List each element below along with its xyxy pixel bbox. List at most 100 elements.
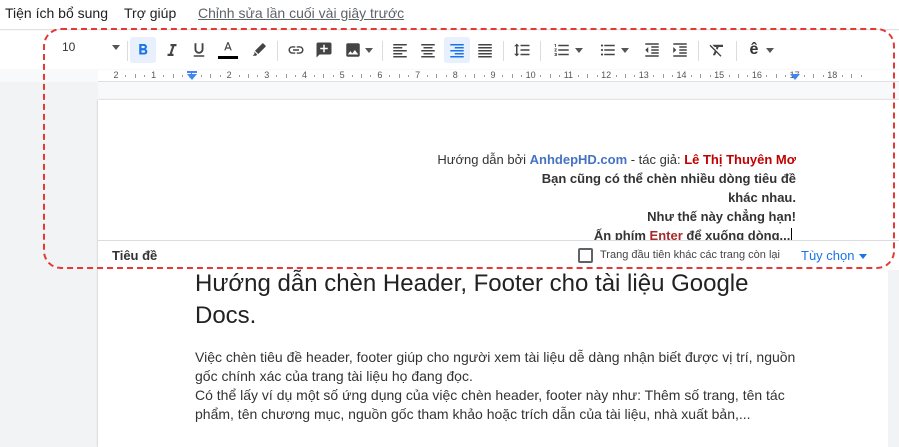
align-center-button[interactable]	[416, 37, 440, 63]
line-spacing-button[interactable]	[510, 37, 534, 63]
chevron-down-icon	[621, 47, 629, 53]
menu-help[interactable]: Trợ giúp	[124, 5, 176, 21]
ruler-tick	[804, 75, 806, 77]
ruler-number: 16	[751, 70, 762, 80]
ruler-number: 18	[827, 70, 838, 80]
ruler-tick	[577, 75, 579, 77]
insert-image-button[interactable]	[340, 37, 376, 63]
align-right-icon	[450, 44, 464, 58]
underline-button[interactable]	[187, 37, 211, 63]
italic-button[interactable]	[160, 37, 184, 63]
text-color-button[interactable]	[215, 37, 241, 63]
highlight-button[interactable]	[247, 37, 271, 63]
ruler-tick	[851, 74, 853, 78]
ruler-tick	[653, 75, 655, 77]
ruler-tick	[398, 74, 400, 78]
ruler-tick	[483, 75, 485, 77]
first-line-indent-marker[interactable]	[187, 71, 197, 73]
menu-addons[interactable]: Tiện ích bổ sung	[5, 5, 108, 21]
numbered-list-icon	[554, 44, 569, 56]
ruler-tick	[370, 75, 372, 77]
decrease-indent-button[interactable]	[640, 37, 664, 63]
bulleted-list-button[interactable]	[594, 37, 634, 63]
ruler-tick	[389, 75, 391, 77]
ruler-tick	[464, 75, 466, 77]
ruler-tick	[181, 75, 183, 77]
ruler[interactable]: 2 1 1 2 3 4 5 6 7 8 9 10 11 12 13 14 15 16 17 18	[98, 70, 899, 82]
body-paragraph: Việc chèn tiêu đề header, footer giúp ch…	[195, 349, 796, 384]
indent-increase-icon	[673, 43, 687, 57]
divider	[127, 41, 128, 61]
underline-icon	[193, 43, 205, 57]
ruler-tick	[502, 75, 504, 77]
numbered-list-button[interactable]	[548, 37, 588, 63]
document-title[interactable]: Hướng dẫn chèn Header, Footer cho tài li…	[195, 268, 795, 332]
italic-icon	[167, 44, 177, 56]
ruler-tick	[257, 75, 259, 77]
ruler-tick	[163, 75, 165, 77]
ruler-number: 12	[601, 70, 612, 80]
header-line-2: Bạn cũng có thể chèn nhiều dòng tiêu đề	[541, 171, 796, 186]
right-margin	[888, 270, 899, 447]
ruler-tick	[408, 75, 410, 77]
ruler-number: 10	[525, 70, 536, 80]
ruler-tick	[474, 74, 476, 78]
header-content[interactable]: Hướng dẫn bởi AnhdepHD.com - tác giả: Lê…	[437, 150, 796, 245]
different-first-page-label[interactable]: Trang đầu tiên khác các trang còn lại	[600, 249, 780, 261]
header-line-4: Như thế này chẳng hạn!	[647, 209, 796, 224]
left-indent-marker[interactable]	[187, 74, 197, 80]
clear-formatting-button[interactable]	[705, 37, 729, 63]
insert-comment-button[interactable]	[312, 37, 336, 63]
header-line-3: khác nhau.	[728, 190, 796, 205]
ruler-number: 15	[714, 70, 725, 80]
different-first-page-checkbox[interactable]	[578, 248, 593, 263]
ruler-number: 2	[226, 70, 232, 80]
ruler-tick	[587, 74, 589, 78]
ruler-number: 14	[676, 70, 687, 80]
indent-decrease-icon	[645, 43, 659, 57]
ruler-tick	[351, 75, 353, 77]
ruler-tick	[295, 75, 297, 77]
insert-link-button[interactable]	[284, 37, 308, 63]
ruler-tick	[690, 75, 692, 77]
last-edit-link[interactable]: Chỉnh sửa lần cuối vài giây trước	[198, 5, 404, 21]
ruler-tick	[200, 75, 202, 77]
ruler-tick	[700, 74, 702, 78]
bold-button[interactable]	[130, 37, 156, 63]
increase-indent-button[interactable]	[668, 37, 692, 63]
document-body[interactable]: Việc chèn tiêu đề header, footer giúp ch…	[195, 348, 805, 424]
divider	[736, 41, 737, 61]
ruler-tick	[728, 75, 730, 77]
divider	[698, 41, 699, 61]
header-label: Tiêu đề	[112, 248, 158, 263]
right-indent-marker[interactable]	[790, 74, 800, 80]
divider	[503, 41, 504, 61]
justify-button[interactable]	[473, 37, 497, 63]
align-right-button[interactable]	[444, 37, 470, 63]
author-name: Lê Thị Thuyên Mơ	[684, 152, 796, 167]
align-left-button[interactable]	[388, 37, 412, 63]
ruler-number: 9	[490, 70, 496, 80]
header-options-dropdown[interactable]: Tùy chọn	[801, 248, 868, 263]
font-size-select[interactable]: 10	[62, 40, 120, 54]
ruler-tick	[521, 75, 523, 77]
ruler-tick	[247, 74, 249, 78]
chevron-down-icon	[112, 45, 120, 50]
chevron-down-icon	[575, 47, 583, 53]
divider	[382, 41, 383, 61]
highlighter-icon	[252, 43, 266, 56]
input-tools-button[interactable]: ê	[742, 37, 782, 63]
ruler-tick	[436, 74, 438, 78]
ruler-tick	[285, 74, 287, 78]
input-tools-icon: ê	[749, 41, 759, 58]
ruler-tick	[775, 74, 777, 78]
ruler-tick	[427, 75, 429, 77]
ruler-tick	[766, 75, 768, 77]
ruler-tick	[313, 75, 315, 77]
divider	[277, 41, 278, 61]
canvas-gutter	[0, 82, 98, 447]
add-comment-icon	[316, 42, 332, 58]
align-center-icon	[421, 44, 435, 58]
site-name: AnhdepHD.com	[529, 152, 628, 167]
divider	[540, 41, 541, 61]
